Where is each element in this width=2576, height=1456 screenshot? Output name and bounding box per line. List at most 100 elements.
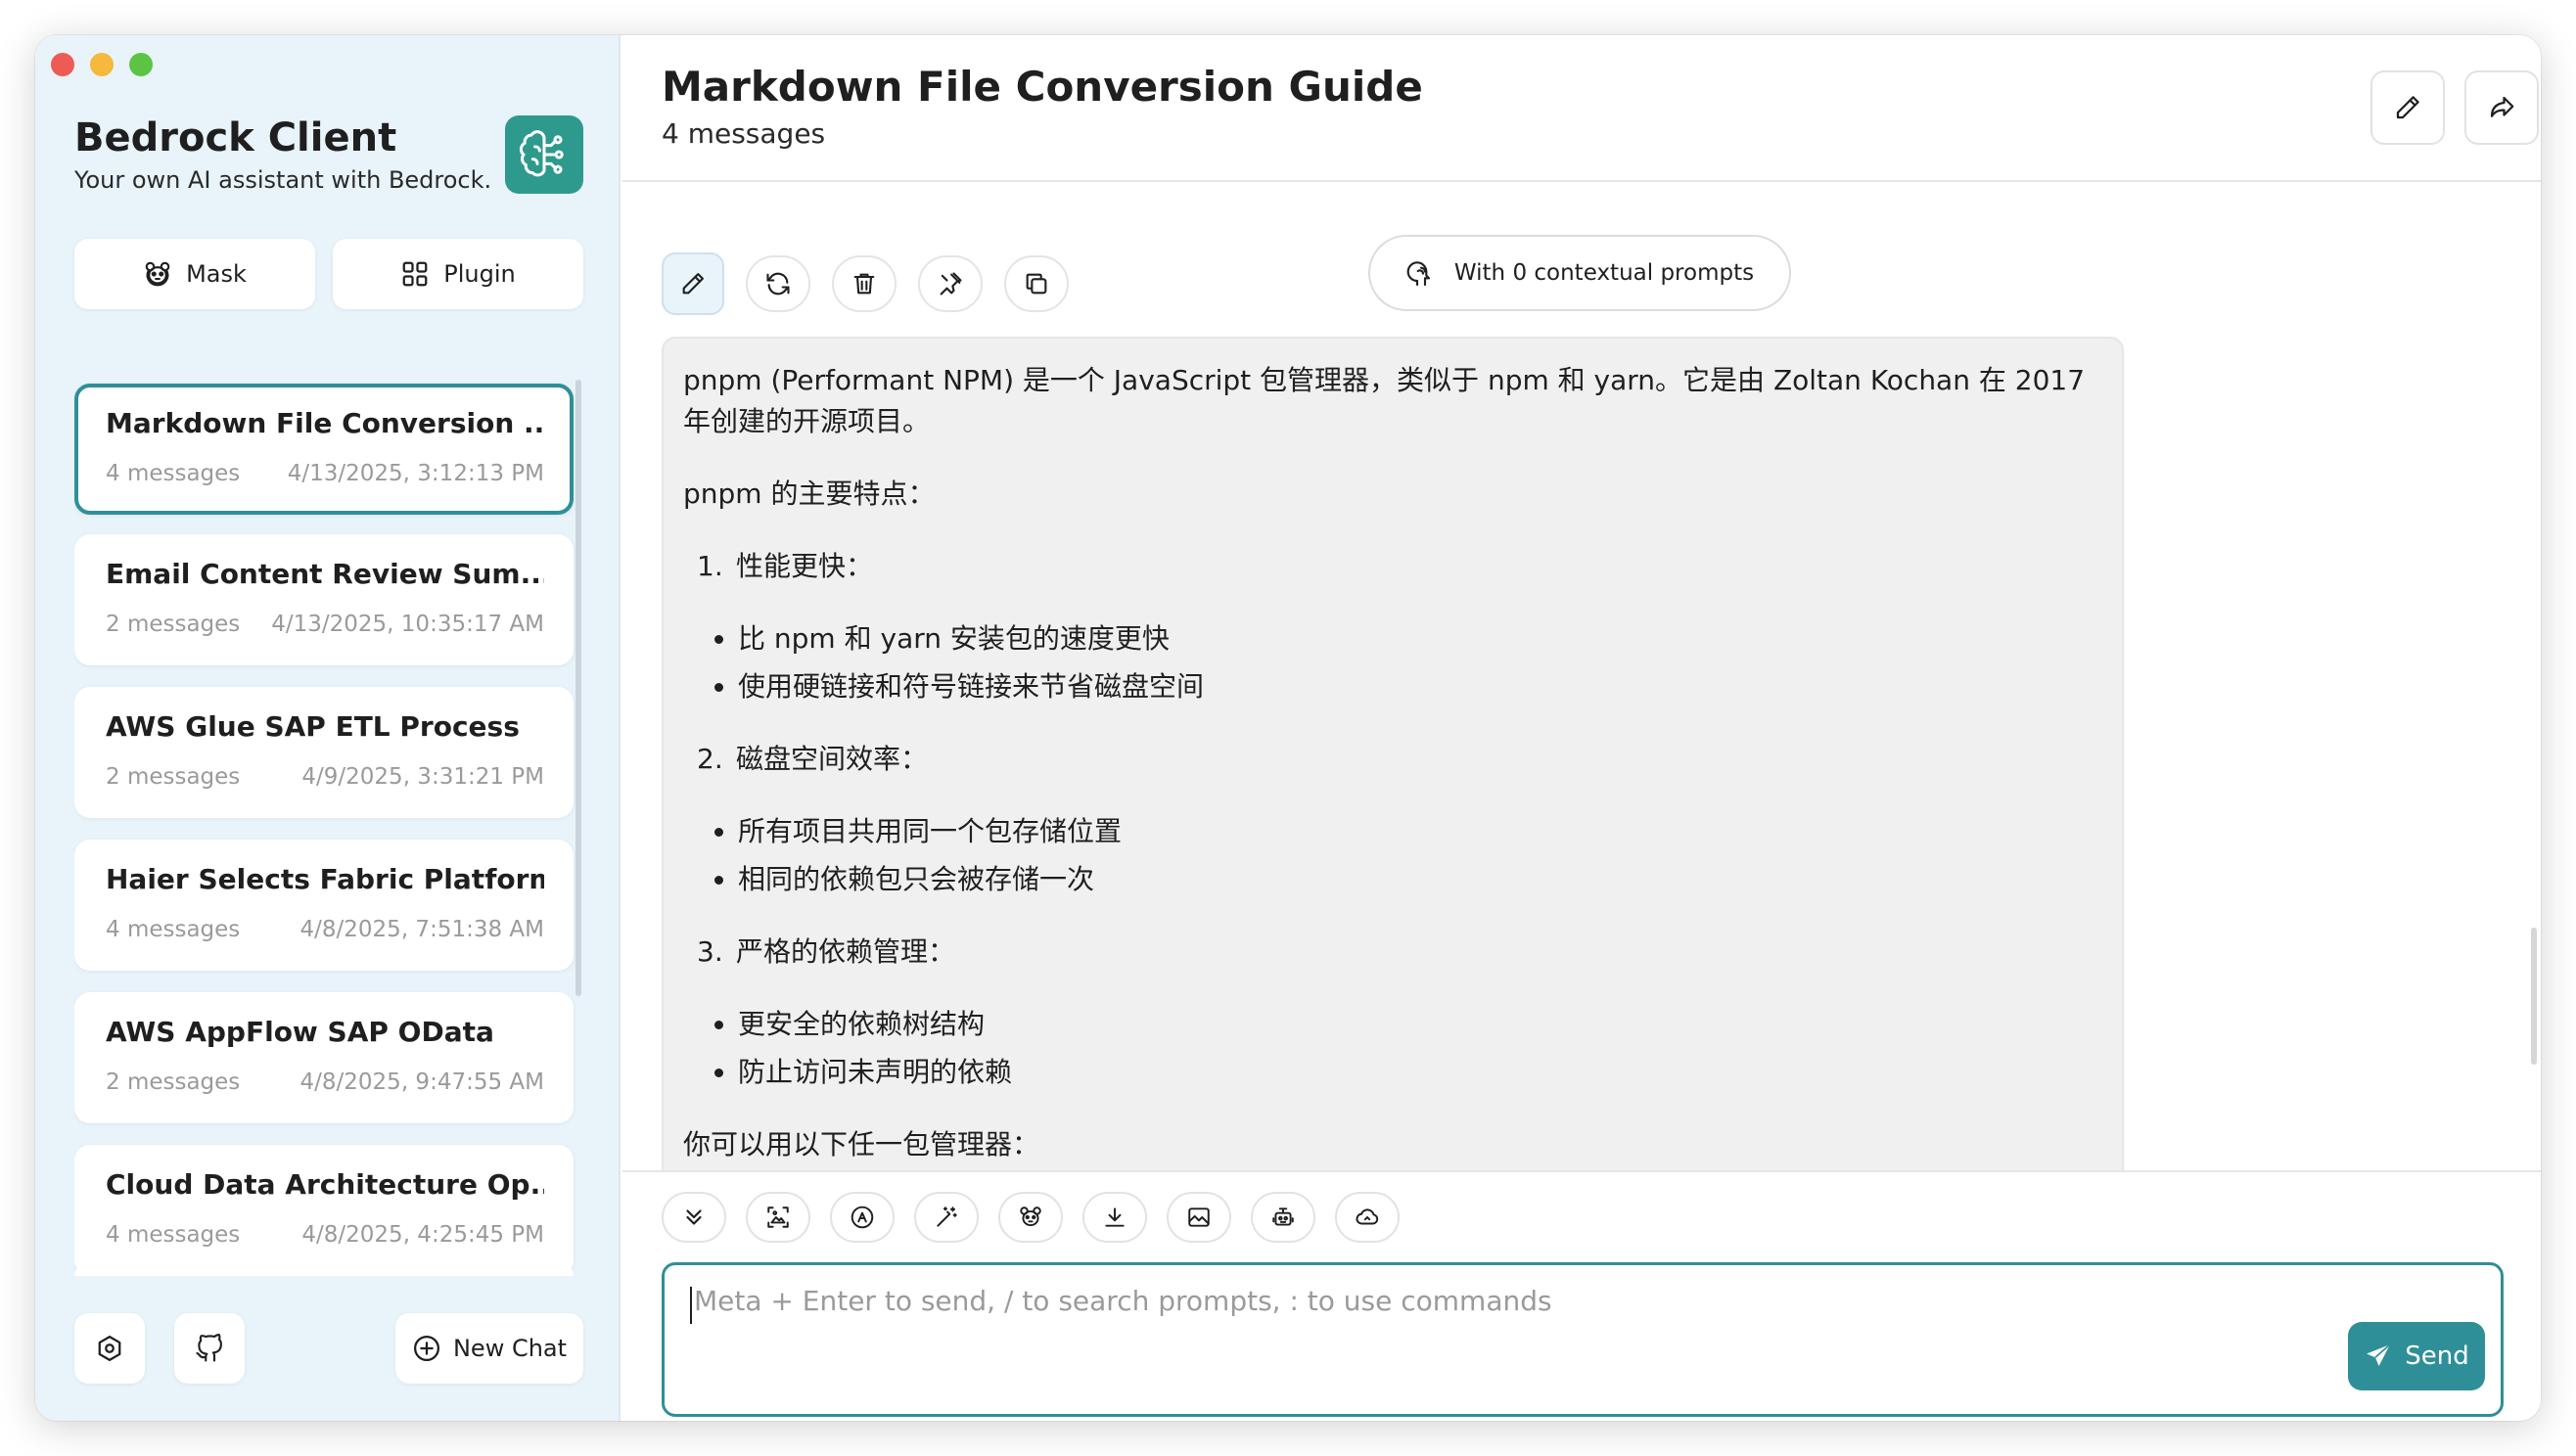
bullet-item: 比 npm 和 yarn 安装包的速度更快 bbox=[738, 618, 2100, 660]
list-item-text: 性能更快： bbox=[736, 550, 874, 582]
prompts-button[interactable] bbox=[914, 1192, 979, 1243]
chevrons-down-icon bbox=[681, 1205, 707, 1230]
cloud-sync-button[interactable] bbox=[1335, 1192, 1400, 1243]
new-chat-label: New Chat bbox=[452, 1335, 568, 1362]
refresh-icon bbox=[764, 270, 792, 297]
chat-list-scrollbar[interactable] bbox=[575, 380, 581, 996]
send-button-label: Send bbox=[2405, 1342, 2469, 1371]
edit-chat-button[interactable] bbox=[2370, 70, 2445, 145]
chat-item[interactable]: Haier Selects Fabric Platform 4 messages… bbox=[74, 840, 574, 971]
mask-button[interactable]: Mask bbox=[74, 239, 315, 309]
app-subtitle: Your own AI assistant with Bedrock. bbox=[74, 166, 492, 194]
chat-item-date: 4/13/2025, 3:12:13 PM bbox=[287, 461, 544, 486]
mask-face-icon bbox=[143, 259, 172, 289]
chat-item-date: 4/8/2025, 4:25:45 PM bbox=[301, 1222, 544, 1248]
chat-item-title: AWS Glue SAP ETL Process bbox=[106, 710, 520, 743]
bullet-item: 防止访问未声明的依赖 bbox=[738, 1052, 2100, 1093]
app-window: Bedrock Client Your own AI assistant wit… bbox=[35, 35, 2541, 1421]
send-button[interactable]: Send bbox=[2348, 1322, 2485, 1390]
pin-icon bbox=[937, 270, 964, 297]
chat-item-count: 2 messages bbox=[106, 1069, 241, 1095]
scroll-to-bottom-button[interactable] bbox=[662, 1192, 726, 1243]
export-button[interactable] bbox=[1082, 1192, 1147, 1243]
contextual-prompts-pill[interactable]: With 0 contextual prompts bbox=[1368, 235, 1791, 311]
minimize-window-button[interactable] bbox=[90, 53, 114, 76]
bullet-item: 所有项目共用同一个包存储位置 bbox=[738, 811, 2100, 852]
chat-item[interactable]: Cloud Data Architecture Op... 4 messages… bbox=[74, 1145, 574, 1270]
cloud-icon bbox=[1355, 1205, 1380, 1230]
chat-item[interactable]: AWS Glue SAP ETL Process 2 messages 4/9/… bbox=[74, 687, 574, 818]
list-item-text: 严格的依赖管理： bbox=[736, 935, 956, 968]
chat-item-count: 4 messages bbox=[106, 1222, 241, 1248]
message-input[interactable]: Meta + Enter to send, / to search prompt… bbox=[662, 1262, 2504, 1417]
app-title: Bedrock Client bbox=[74, 115, 397, 160]
chat-item-partial[interactable] bbox=[74, 1264, 574, 1276]
sidebar-footer: New Chat bbox=[74, 1313, 583, 1384]
chat-history-list: Markdown File Conversion ... 4 messages … bbox=[74, 348, 583, 1270]
chat-item-count: 2 messages bbox=[106, 612, 241, 637]
masks-button[interactable] bbox=[998, 1192, 1063, 1243]
message-input-placeholder: Meta + Enter to send, / to search prompt… bbox=[694, 1285, 1552, 1317]
close-window-button[interactable] bbox=[51, 53, 74, 76]
chat-item-count: 4 messages bbox=[106, 917, 241, 942]
ordered-list-item: 3. 严格的依赖管理： bbox=[697, 932, 2100, 973]
window-controls bbox=[51, 53, 153, 76]
trash-icon bbox=[851, 270, 878, 297]
ai-model-icon bbox=[850, 1205, 875, 1230]
message-actions bbox=[662, 252, 1069, 315]
robot-icon bbox=[1270, 1205, 1296, 1230]
message-list: With 0 contextual prompts pnpm (Performa… bbox=[622, 182, 2541, 1170]
message-paragraph: pnpm 的主要特点： bbox=[683, 478, 936, 510]
retry-button[interactable] bbox=[746, 255, 810, 312]
list-number: 1. bbox=[697, 550, 723, 582]
list-number: 3. bbox=[697, 935, 723, 968]
delete-button[interactable] bbox=[832, 255, 897, 312]
new-chat-button[interactable]: New Chat bbox=[395, 1313, 583, 1384]
chat-item-title: Email Content Review Sum... bbox=[106, 558, 544, 590]
share-chat-button[interactable] bbox=[2464, 70, 2539, 145]
chat-item-count: 4 messages bbox=[106, 461, 241, 486]
chat-item-count: 2 messages bbox=[106, 764, 241, 790]
chat-item[interactable]: AWS AppFlow SAP OData 2 messages 4/8/202… bbox=[74, 992, 574, 1123]
bullet-list: 比 npm 和 yarn 安装包的速度更快 使用硬链接和符号链接来节省磁盘空间 bbox=[738, 618, 2100, 707]
chat-item[interactable]: Markdown File Conversion ... 4 messages … bbox=[74, 384, 574, 515]
send-plane-icon bbox=[2364, 1342, 2393, 1371]
ordered-list-item: 2. 磁盘空间效率： bbox=[697, 739, 2100, 780]
bullet-item: 更安全的依赖树结构 bbox=[738, 1004, 2100, 1045]
copy-button[interactable] bbox=[1004, 255, 1069, 312]
magic-wand-icon bbox=[934, 1205, 959, 1230]
message-paragraph: pnpm (Performant NPM) 是一个 JavaScript 包管理… bbox=[683, 364, 2086, 437]
mask-face-icon bbox=[1018, 1205, 1043, 1230]
zoom-window-button[interactable] bbox=[129, 53, 153, 76]
upload-image-button[interactable] bbox=[746, 1192, 810, 1243]
model-select-button[interactable] bbox=[830, 1192, 895, 1243]
plugin-button[interactable]: Plugin bbox=[333, 239, 583, 309]
message-list-scrollbar[interactable] bbox=[2531, 928, 2537, 1065]
message-paragraph: 你可以用以下任一包管理器： bbox=[683, 1128, 1040, 1160]
chat-title: Markdown File Conversion Guide bbox=[662, 63, 1423, 111]
bot-button[interactable] bbox=[1251, 1192, 1315, 1243]
image-scan-icon bbox=[765, 1205, 791, 1230]
grid-plugin-icon bbox=[400, 259, 430, 289]
settings-button[interactable] bbox=[74, 1313, 145, 1384]
github-icon bbox=[195, 1334, 224, 1363]
chat-panel: Markdown File Conversion Guide 4 message… bbox=[622, 35, 2541, 1421]
composer: Meta + Enter to send, / to search prompt… bbox=[622, 1170, 2541, 1421]
chat-item-title: Cloud Data Architecture Op... bbox=[106, 1168, 544, 1201]
assistant-message-bubble: pnpm (Performant NPM) 是一个 JavaScript 包管理… bbox=[662, 337, 2124, 1170]
sidebar: Bedrock Client Your own AI assistant wit… bbox=[35, 35, 621, 1421]
plus-circle-icon bbox=[412, 1334, 441, 1363]
pencil-icon bbox=[2393, 93, 2422, 122]
image-generate-button[interactable] bbox=[1167, 1192, 1231, 1243]
chat-item[interactable]: Email Content Review Sum... 2 messages 4… bbox=[74, 534, 574, 665]
copy-icon bbox=[1023, 270, 1050, 297]
share-arrow-icon bbox=[2487, 93, 2516, 122]
github-button[interactable] bbox=[174, 1313, 245, 1384]
edit-message-button[interactable] bbox=[662, 252, 724, 315]
download-icon bbox=[1102, 1205, 1127, 1230]
chat-header: Markdown File Conversion Guide 4 message… bbox=[622, 35, 2541, 182]
image-icon bbox=[1186, 1205, 1212, 1230]
bullet-item: 使用硬链接和符号链接来节省磁盘空间 bbox=[738, 666, 2100, 707]
chat-item-date: 4/13/2025, 10:35:17 AM bbox=[271, 612, 544, 637]
pin-button[interactable] bbox=[918, 255, 983, 312]
